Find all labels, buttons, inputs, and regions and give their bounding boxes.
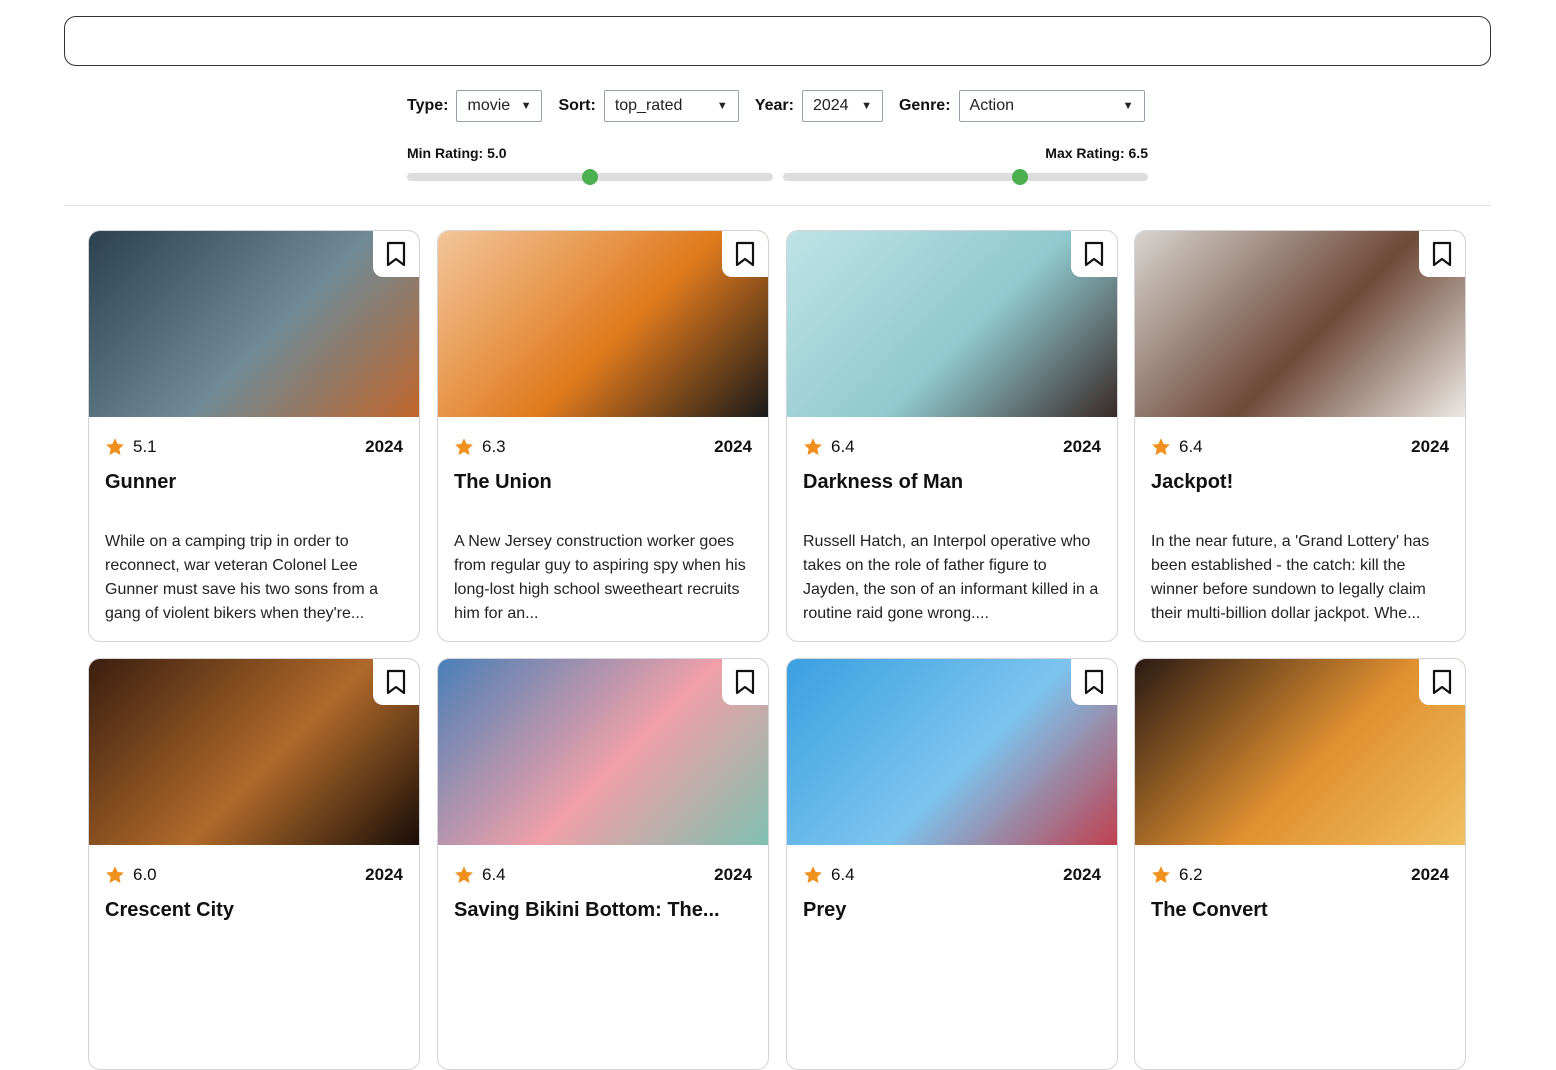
- year-select[interactable]: 2024 ▼: [801, 90, 883, 122]
- movie-card[interactable]: 6.4 2024 Darkness of Man Russell Hatch, a…: [786, 230, 1118, 642]
- star-icon: [804, 866, 822, 884]
- movie-poster[interactable]: [438, 659, 768, 845]
- bookmark-button[interactable]: [373, 659, 419, 705]
- movie-description: While on a camping trip in order to reco…: [105, 533, 378, 622]
- movie-poster[interactable]: [787, 659, 1117, 845]
- movie-title[interactable]: Prey: [787, 899, 1117, 922]
- movie-card[interactable]: 6.4 2024 Jackpot! In the near future, a '…: [1134, 230, 1466, 642]
- bookmark-button[interactable]: [1419, 231, 1465, 277]
- type-select[interactable]: movie ▼: [456, 90, 543, 122]
- movie-description: Russell Hatch, an Interpol operative who…: [803, 533, 1099, 622]
- rating-value: 6.2: [1179, 865, 1203, 884]
- bookmark-button[interactable]: [1071, 231, 1117, 277]
- bookmark-button[interactable]: [1419, 659, 1465, 705]
- divider: [64, 205, 1491, 206]
- chevron-down-icon: ▼: [861, 100, 872, 112]
- type-label: Type:: [407, 97, 449, 114]
- movie-poster[interactable]: [1135, 231, 1465, 417]
- rating-value: 6.4: [831, 437, 855, 456]
- movie-card[interactable]: 6.4 2024 Saving Bikini Bottom: The...: [437, 658, 769, 1070]
- rating-value: 6.0: [133, 865, 157, 884]
- rating-value: 6.4: [831, 865, 855, 884]
- bookmark-icon: [735, 669, 755, 695]
- bookmark-icon: [735, 241, 755, 267]
- bookmark-button[interactable]: [373, 231, 419, 277]
- bookmark-button[interactable]: [1071, 659, 1117, 705]
- year-value: 2024: [812, 97, 849, 114]
- year-label: Year:: [754, 97, 794, 114]
- star-icon: [1152, 866, 1170, 884]
- release-year: 2024: [1411, 437, 1449, 456]
- rating-value: 6.3: [482, 437, 506, 456]
- movie-poster[interactable]: [1135, 659, 1465, 845]
- release-year: 2024: [365, 865, 403, 884]
- movie-title[interactable]: Saving Bikini Bottom: The...: [438, 899, 768, 922]
- movie-card[interactable]: 6.2 2024 The Convert: [1134, 658, 1466, 1070]
- movie-title[interactable]: Darkness of Man: [787, 471, 1117, 494]
- min-rating-slider[interactable]: [407, 169, 773, 185]
- movie-card[interactable]: 6.3 2024 The Union A New Jersey construct…: [437, 230, 769, 642]
- movie-description: In the near future, a 'Grand Lottery' ha…: [1151, 533, 1430, 622]
- slider-thumb[interactable]: [1012, 169, 1029, 185]
- bookmark-icon: [1432, 669, 1452, 695]
- movie-title[interactable]: Jackpot!: [1135, 471, 1465, 494]
- genre-value: Action: [969, 97, 1014, 114]
- genre-select[interactable]: Action ▼: [958, 90, 1145, 122]
- max-rating-slider[interactable]: [783, 169, 1148, 185]
- release-year: 2024: [1063, 437, 1101, 456]
- movie-card[interactable]: 6.4 2024 Prey: [786, 658, 1118, 1070]
- chevron-down-icon: ▼: [716, 100, 728, 112]
- bookmark-icon: [1432, 241, 1452, 267]
- release-year: 2024: [365, 437, 403, 456]
- movie-description: A New Jersey construction worker goes fr…: [454, 533, 746, 622]
- bookmark-icon: [386, 241, 406, 267]
- filters-bar: Type: movie ▼ Sort: top_rated ▼ Year: 2024…: [407, 90, 1145, 122]
- movie-title[interactable]: The Union: [438, 471, 768, 494]
- bookmark-button[interactable]: [722, 231, 768, 277]
- rating-value: 6.4: [482, 865, 506, 884]
- genre-label: Genre:: [898, 97, 951, 114]
- chevron-down-icon: ▼: [520, 100, 532, 112]
- min-rating-label: Min Rating: 5.0: [407, 145, 507, 161]
- star-icon: [455, 438, 473, 456]
- movie-title[interactable]: Gunner: [89, 471, 419, 494]
- movie-poster[interactable]: [438, 231, 768, 417]
- star-icon: [106, 438, 124, 456]
- movie-title[interactable]: The Convert: [1135, 899, 1465, 922]
- star-icon: [106, 866, 124, 884]
- release-year: 2024: [714, 865, 752, 884]
- rating-value: 5.1: [133, 437, 157, 456]
- slider-thumb[interactable]: [582, 169, 598, 185]
- movie-poster[interactable]: [787, 231, 1117, 417]
- movie-card[interactable]: 6.0 2024 Crescent City: [88, 658, 420, 1070]
- chevron-down-icon: ▼: [1122, 100, 1134, 112]
- star-icon: [804, 438, 822, 456]
- movie-title[interactable]: Crescent City: [89, 899, 419, 922]
- sort-label: Sort:: [558, 97, 596, 114]
- movie-poster[interactable]: [89, 659, 419, 845]
- max-rating-label: Max Rating: 6.5: [1045, 145, 1148, 161]
- release-year: 2024: [1411, 865, 1449, 884]
- rating-value: 6.4: [1179, 437, 1203, 456]
- bookmark-icon: [1084, 669, 1104, 695]
- star-icon: [1152, 438, 1170, 456]
- bookmark-button[interactable]: [722, 659, 768, 705]
- sort-value: top_rated: [614, 97, 683, 114]
- star-icon: [455, 866, 473, 884]
- sort-select[interactable]: top_rated ▼: [603, 90, 739, 122]
- movie-card[interactable]: 5.1 2024 Gunner While on a camping trip i…: [88, 230, 420, 642]
- release-year: 2024: [714, 437, 752, 456]
- release-year: 2024: [1063, 865, 1101, 884]
- movie-poster[interactable]: [89, 231, 419, 417]
- search-input[interactable]: [64, 16, 1491, 66]
- bookmark-icon: [1084, 241, 1104, 267]
- bookmark-icon: [386, 669, 406, 695]
- type-value: movie: [467, 97, 511, 114]
